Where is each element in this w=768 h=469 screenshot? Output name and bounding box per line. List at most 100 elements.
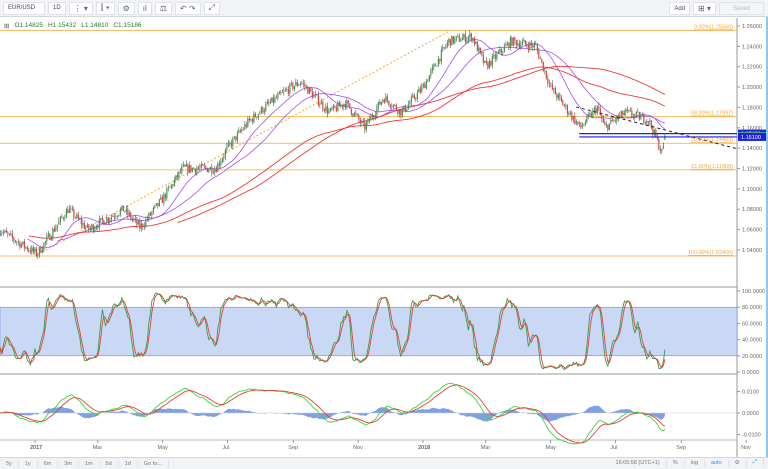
gear-icon[interactable]: ⚙ bbox=[729, 459, 747, 466]
candle-body bbox=[331, 108, 333, 110]
candle-body bbox=[374, 115, 376, 118]
candle-body bbox=[70, 208, 72, 210]
candle-body bbox=[286, 89, 288, 90]
fullscreen-icon[interactable]: ⤢ bbox=[203, 1, 220, 15]
candle-body bbox=[175, 175, 177, 181]
candle-body bbox=[25, 246, 27, 248]
candle-body bbox=[385, 96, 387, 103]
percent-toggle[interactable]: % bbox=[667, 459, 685, 466]
candle-body bbox=[443, 47, 445, 48]
candle bbox=[206, 167, 208, 173]
saved-button[interactable]: Saved bbox=[719, 2, 764, 15]
candle-body bbox=[388, 100, 390, 105]
price-tick-label: 1.10000 bbox=[742, 187, 762, 193]
candle-body bbox=[383, 99, 385, 103]
candle-body bbox=[5, 230, 7, 233]
candle-body bbox=[518, 43, 520, 48]
candle bbox=[476, 40, 478, 52]
add-button[interactable]: Add bbox=[669, 2, 691, 15]
price-chart[interactable]: 1.260001.240001.220001.200001.180001.160… bbox=[0, 18, 768, 457]
indicators-icon[interactable]: ıl bbox=[137, 1, 152, 15]
candle-body bbox=[4, 230, 6, 233]
candle-body bbox=[440, 49, 442, 62]
candle-body bbox=[316, 94, 318, 96]
candle-body bbox=[169, 187, 171, 188]
candle-body bbox=[250, 119, 252, 121]
undo-icon[interactable]: ↶ ↷ bbox=[174, 1, 201, 15]
candle-body bbox=[343, 103, 345, 107]
maximize-icon[interactable]: ⤢ bbox=[747, 459, 764, 466]
candle-body bbox=[34, 248, 36, 252]
candle-body bbox=[572, 115, 574, 120]
macd-tick-label: 0.0100 bbox=[742, 390, 759, 396]
candle-body bbox=[602, 119, 604, 123]
candle-body bbox=[89, 228, 91, 230]
candle-body bbox=[524, 40, 526, 45]
log-toggle[interactable]: log bbox=[685, 459, 705, 466]
candle bbox=[271, 97, 273, 103]
candle-body bbox=[421, 86, 423, 92]
candle-body bbox=[13, 237, 15, 241]
range-6m[interactable]: 6m bbox=[38, 460, 59, 467]
candle-body bbox=[55, 227, 57, 232]
gear-icon[interactable]: ⚙ bbox=[117, 1, 135, 15]
interval-button[interactable]: 1D bbox=[48, 1, 66, 15]
candle-body bbox=[224, 150, 226, 157]
candle-body bbox=[238, 130, 240, 133]
symbol-input[interactable]: EUR/USD bbox=[3, 1, 45, 15]
compare-icon[interactable]: ⚖ bbox=[154, 1, 172, 15]
layout-grid-icon[interactable]: ⊞ ▾ bbox=[693, 2, 716, 15]
candle bbox=[158, 198, 160, 207]
candle-body bbox=[407, 104, 409, 110]
candles-style-icon[interactable]: ⫿ ▾ bbox=[95, 1, 115, 15]
price-tick-label: 1.06000 bbox=[742, 228, 762, 234]
candle-body bbox=[551, 84, 553, 90]
candle-body bbox=[52, 228, 54, 238]
candle-body bbox=[139, 221, 141, 229]
stochastic-tick-label: 40.0000 bbox=[742, 338, 762, 344]
candle-body bbox=[422, 83, 424, 87]
candle-body bbox=[106, 217, 108, 224]
candle-body bbox=[163, 194, 165, 203]
candle-body bbox=[620, 111, 622, 116]
goto-button[interactable]: Go to... bbox=[138, 460, 169, 467]
candle-body bbox=[1, 233, 3, 234]
candle-body bbox=[37, 254, 39, 256]
candle-body bbox=[35, 248, 37, 256]
high-value: 1.15432 bbox=[52, 22, 77, 29]
candle-body bbox=[62, 217, 64, 219]
candle-body bbox=[505, 45, 507, 47]
price-tick-label: 1.18000 bbox=[742, 105, 762, 111]
auto-toggle[interactable]: auto bbox=[705, 459, 729, 466]
candle-body bbox=[73, 209, 75, 218]
range-5y[interactable]: 5y bbox=[0, 460, 19, 467]
range-1m[interactable]: 1m bbox=[79, 460, 100, 467]
range-3m[interactable]: 3m bbox=[58, 460, 79, 467]
candle-body bbox=[17, 241, 19, 243]
candle bbox=[349, 103, 351, 110]
candle-body bbox=[7, 232, 9, 234]
candle-body bbox=[196, 168, 198, 173]
candle-body bbox=[172, 184, 174, 186]
candle-body bbox=[251, 119, 253, 122]
candle-body bbox=[19, 241, 21, 248]
candle-body bbox=[448, 39, 450, 43]
range-5d[interactable]: 5d bbox=[100, 460, 119, 467]
candle-body bbox=[556, 94, 558, 99]
range-1y[interactable]: 1y bbox=[19, 460, 38, 467]
candle-body bbox=[455, 36, 457, 39]
candle-body bbox=[40, 247, 42, 253]
candle-body bbox=[575, 121, 577, 124]
candle-body bbox=[364, 121, 366, 130]
candle-body bbox=[305, 86, 307, 88]
candle-body bbox=[101, 218, 103, 221]
price-tick-label: 1.12000 bbox=[742, 167, 762, 173]
candle-body bbox=[496, 53, 498, 59]
interval-dropdown-icon[interactable]: ⋮ ▾ bbox=[68, 1, 93, 15]
candle-body bbox=[413, 95, 415, 99]
price-tag-label: 1.15100 bbox=[741, 135, 761, 141]
candle-body bbox=[109, 219, 111, 222]
candle-body bbox=[584, 122, 586, 125]
legend-toggle-icon[interactable]: ⊞ bbox=[4, 22, 9, 30]
range-1d[interactable]: 1d bbox=[119, 460, 138, 467]
